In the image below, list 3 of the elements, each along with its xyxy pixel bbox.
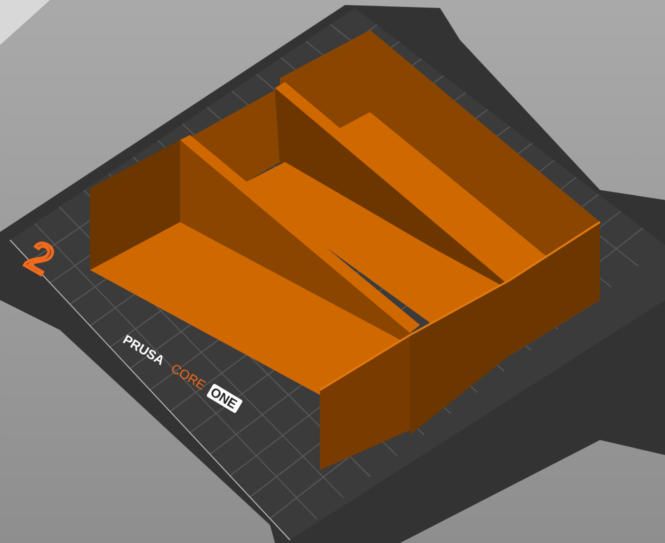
logo-badge: ONE xyxy=(206,383,244,414)
bed-number: 2 xyxy=(18,231,62,284)
neighbor-bed-drawing xyxy=(0,0,50,45)
